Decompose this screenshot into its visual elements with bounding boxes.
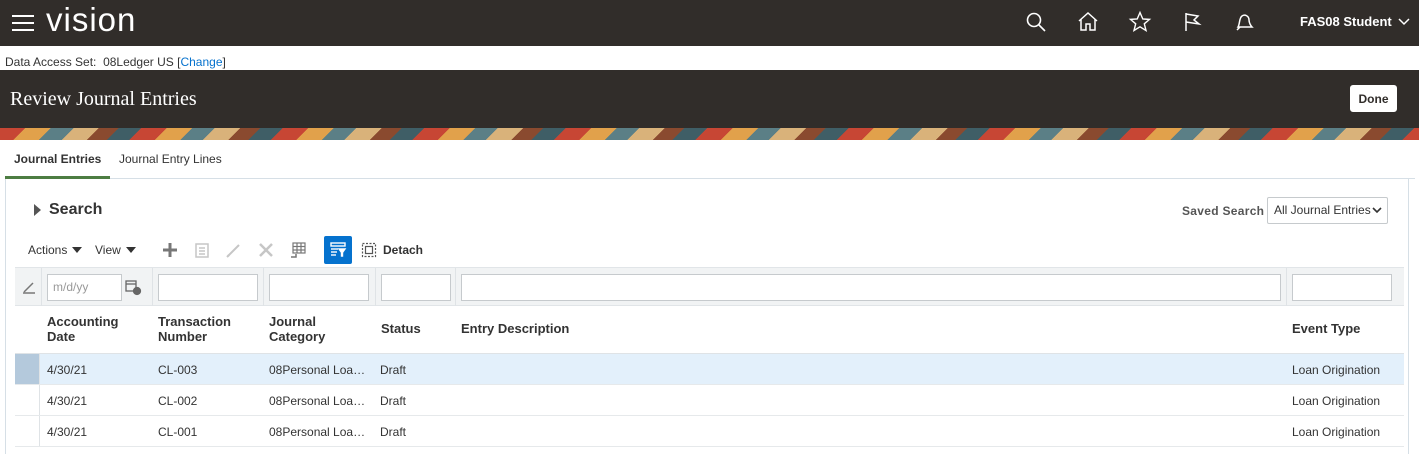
chevron-down-icon (1398, 17, 1410, 25)
add-icon[interactable] (160, 240, 180, 260)
done-button[interactable]: Done (1350, 85, 1397, 112)
entry-description-filter[interactable] (461, 274, 1281, 301)
view-label: View (95, 243, 121, 257)
table-toolbar: Actions View Detach (6, 235, 1410, 267)
das-label: Data Access Set: (5, 55, 97, 69)
user-name: FAS08 Student (1300, 14, 1392, 29)
detach-label: Detach (383, 243, 424, 257)
global-header: vision FAS08 Student (0, 0, 1419, 46)
search-icon[interactable] (1024, 10, 1048, 34)
cell-transaction-number: CL-002 (158, 394, 198, 408)
tab-journal-entry-lines[interactable]: Journal Entry Lines (119, 140, 222, 179)
saved-search-label: Saved Search (1182, 204, 1265, 218)
user-menu[interactable]: FAS08 Student (1300, 14, 1410, 29)
page-title: Review Journal Entries (10, 88, 197, 110)
delete-icon[interactable] (256, 240, 276, 260)
cell-accounting-date: 4/30/21 (47, 363, 88, 377)
query-by-example-button[interactable] (324, 236, 352, 264)
cell-event-type: Loan Origination (1292, 363, 1381, 377)
filter-cell-number (153, 268, 264, 307)
freeze-columns-icon[interactable] (288, 240, 308, 260)
filter-cell-status (376, 268, 456, 307)
change-link[interactable]: Change (180, 55, 222, 69)
event-type-filter[interactable] (1292, 274, 1392, 301)
row-header[interactable] (15, 385, 40, 415)
actions-label: Actions (28, 243, 68, 257)
detach-icon (361, 242, 377, 258)
column-headers: Accounting Date Transaction Number Journal… (15, 306, 1404, 354)
caret-down-icon (125, 247, 136, 253)
journal-category-filter[interactable] (269, 274, 369, 301)
cell-status: Draft (380, 363, 407, 377)
bell-icon[interactable] (1232, 10, 1256, 34)
column-header-status[interactable]: Status (381, 321, 421, 336)
cell-status: Draft (380, 394, 407, 408)
actions-menu[interactable]: Actions (28, 243, 83, 257)
cell-accounting-date: 4/30/21 (47, 425, 88, 439)
filter-icon (330, 242, 347, 257)
flag-icon[interactable] (1180, 10, 1204, 34)
data-access-set: Data Access Set: 08Ledger US [Change] (0, 46, 1419, 70)
tab-journal-entries[interactable]: Journal Entries (5, 140, 111, 179)
row-header[interactable] (15, 354, 40, 384)
page-header: Review Journal Entries Done (0, 70, 1419, 128)
cell-event-type: Loan Origination (1292, 394, 1381, 408)
cell-status: Draft (380, 425, 407, 439)
caret-down-icon (72, 247, 83, 253)
cell-journal-category: 08Personal Loa… (269, 394, 366, 408)
column-header-accounting-date[interactable]: Accounting Date (47, 314, 119, 344)
date-filter-input[interactable]: m/d/yy (47, 274, 122, 301)
status-filter[interactable] (381, 274, 451, 301)
app-logo[interactable]: vision (46, 0, 136, 40)
search-toggle[interactable]: Search (34, 201, 102, 219)
expand-icon (34, 204, 41, 216)
tab-bar: Journal Entries Journal Entry Lines (5, 140, 1415, 179)
cell-transaction-number: CL-001 (158, 425, 198, 439)
column-header-transaction-number[interactable]: Transaction Number (158, 314, 231, 344)
menu-icon[interactable] (12, 15, 34, 31)
filter-cell-category (264, 268, 376, 307)
saved-search-value: All Journal Entries (1274, 203, 1371, 217)
transaction-number-filter[interactable] (158, 274, 258, 301)
star-icon[interactable] (1128, 10, 1152, 34)
cell-event-type: Loan Origination (1292, 425, 1381, 439)
column-header-event-type[interactable]: Event Type (1292, 321, 1360, 336)
filter-edit-cell (15, 268, 42, 307)
table-row[interactable]: 4/30/21 CL-001 08Personal Loa… Draft Loa… (15, 416, 1404, 447)
results-panel: Search Saved Search All Journal Entries … (5, 179, 1409, 454)
search-label: Search (49, 201, 103, 218)
das-value: 08Ledger US (103, 55, 174, 69)
home-icon[interactable] (1076, 10, 1100, 34)
chevron-down-icon (1372, 207, 1382, 214)
decorative-banner (0, 128, 1419, 140)
view-menu[interactable]: View (95, 243, 136, 257)
cell-transaction-number: CL-003 (158, 363, 198, 377)
calendar-icon[interactable] (124, 278, 142, 296)
column-header-entry-description[interactable]: Entry Description (461, 321, 569, 336)
saved-search-select[interactable]: All Journal Entries (1267, 197, 1388, 224)
clear-filter-icon[interactable] (22, 280, 36, 294)
detach-button[interactable]: Detach (361, 242, 423, 258)
duplicate-icon[interactable] (192, 240, 212, 260)
row-header[interactable] (15, 416, 40, 446)
table-row[interactable]: 4/30/21 CL-002 08Personal Loa… Draft Loa… (15, 385, 1404, 416)
table-row[interactable]: 4/30/21 CL-003 08Personal Loa… Draft Loa… (15, 354, 1404, 385)
filter-cell-date: m/d/yy (42, 268, 153, 307)
cell-accounting-date: 4/30/21 (47, 394, 88, 408)
cell-journal-category: 08Personal Loa… (269, 363, 366, 377)
column-header-journal-category[interactable]: Journal Category (269, 314, 325, 344)
edit-icon[interactable] (224, 240, 244, 260)
filter-cell-description (456, 268, 1287, 307)
filter-row: m/d/yy (15, 267, 1404, 307)
filter-cell-event (1287, 268, 1404, 307)
cell-journal-category: 08Personal Loa… (269, 425, 366, 439)
